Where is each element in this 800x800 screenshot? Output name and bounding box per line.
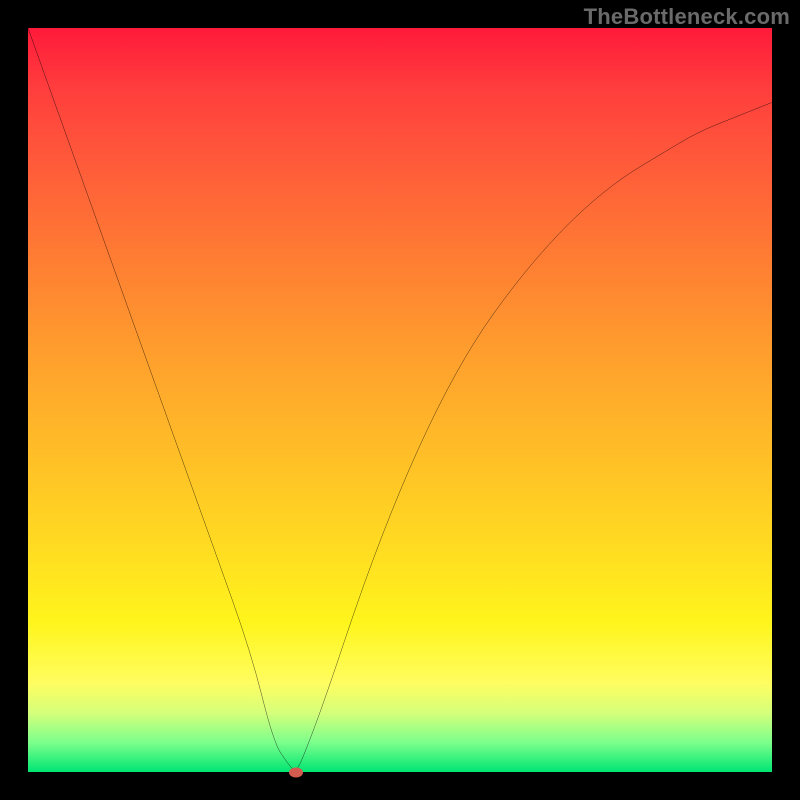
chart-frame: TheBottleneck.com: [0, 0, 800, 800]
watermark-text: TheBottleneck.com: [584, 4, 790, 30]
bottleneck-curve: [28, 28, 772, 772]
plot-area: [28, 28, 772, 772]
optimum-marker: [289, 768, 303, 778]
